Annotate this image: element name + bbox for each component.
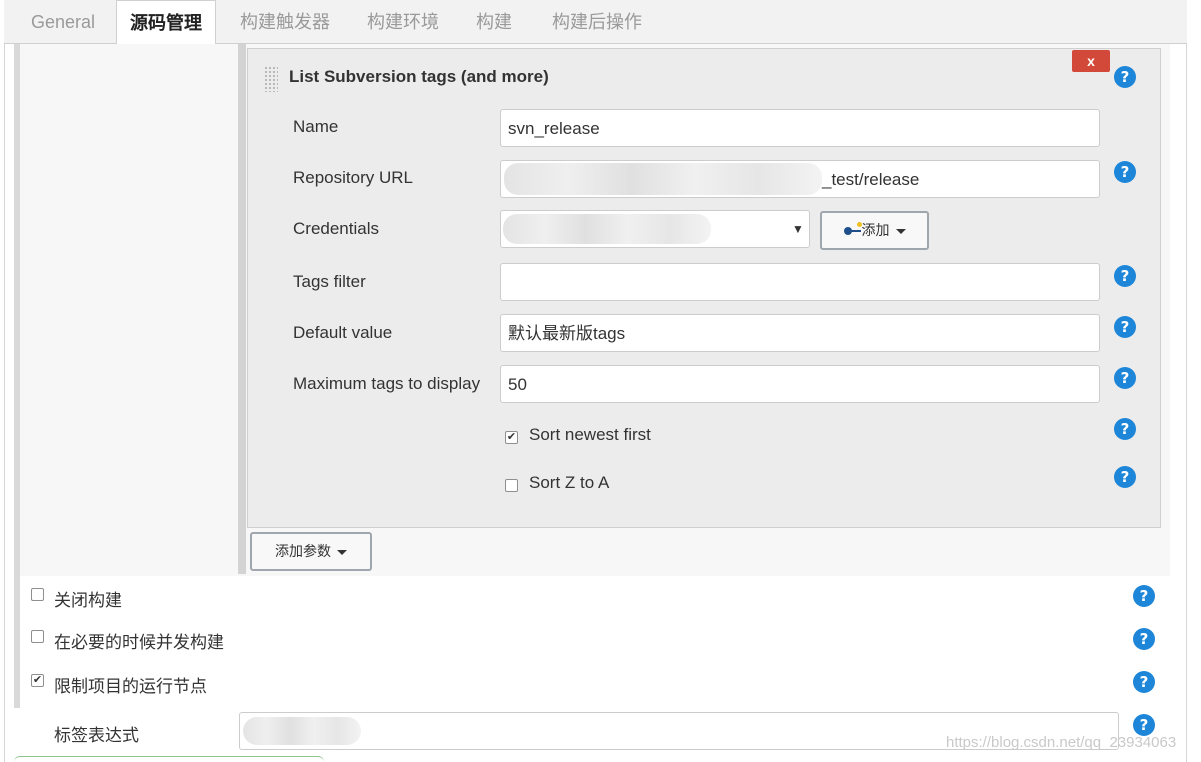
- tab-build-environment[interactable]: 构建环境: [367, 0, 439, 44]
- redacted-label-blur: [243, 717, 361, 745]
- redacted-credential-blur: [503, 214, 711, 244]
- help-icon[interactable]: ?: [1114, 418, 1136, 440]
- help-icon[interactable]: ?: [1114, 466, 1136, 488]
- tags-filter-input[interactable]: [500, 263, 1100, 301]
- select-arrow-icon: ▼: [792, 222, 804, 236]
- help-icon[interactable]: ?: [1133, 585, 1155, 607]
- help-icon[interactable]: ?: [1114, 316, 1136, 338]
- concurrent-build-checkbox[interactable]: [31, 630, 44, 643]
- help-icon[interactable]: ?: [1114, 66, 1136, 88]
- tab-general[interactable]: General: [31, 0, 95, 44]
- tab-build[interactable]: 构建: [476, 0, 512, 44]
- tags-filter-label: Tags filter: [293, 272, 366, 291]
- restrict-node-label: 限制项目的运行节点: [54, 677, 207, 696]
- help-icon[interactable]: ?: [1114, 367, 1136, 389]
- delete-parameter-button[interactable]: x: [1072, 50, 1110, 72]
- redacted-url-blur: [504, 163, 822, 195]
- tab-source-code-management[interactable]: 源码管理: [116, 0, 216, 45]
- disable-build-checkbox[interactable]: [31, 588, 44, 601]
- add-credentials-label: 添加: [861, 222, 890, 238]
- help-icon[interactable]: ?: [1114, 161, 1136, 183]
- repository-url-visible-text: _test/release: [822, 170, 920, 189]
- tab-build-triggers[interactable]: 构建触发器: [240, 0, 330, 44]
- disable-build-label: 关闭构建: [54, 591, 122, 610]
- sort-z-to-a-checkbox[interactable]: [505, 479, 518, 492]
- label-expression-label: 标签表达式: [54, 726, 139, 745]
- caret-down-icon: [337, 549, 347, 555]
- help-icon[interactable]: ?: [1133, 671, 1155, 693]
- default-value-input[interactable]: 默认最新版tags: [500, 314, 1100, 352]
- sort-z-to-a-label: Sort Z to A: [529, 473, 610, 492]
- credentials-label: Credentials: [293, 219, 379, 238]
- watermark: https://blog.csdn.net/qq_23934063: [946, 734, 1177, 751]
- add-credentials-button[interactable]: 添加: [820, 211, 929, 250]
- parameter-indent-bar: [238, 44, 246, 574]
- bottom-edge-element: [14, 756, 324, 762]
- key-icon: [843, 222, 862, 236]
- restrict-node-checkbox[interactable]: ✔: [31, 674, 44, 687]
- max-tags-input[interactable]: 50: [500, 365, 1100, 403]
- sort-newest-label: Sort newest first: [529, 425, 651, 444]
- help-icon[interactable]: ?: [1114, 265, 1136, 287]
- concurrent-build-label: 在必要的时候并发构建: [54, 633, 224, 652]
- max-tags-label: Maximum tags to display: [293, 374, 481, 393]
- drag-handle-icon[interactable]: [264, 66, 278, 92]
- add-parameter-label: 添加参数: [275, 543, 331, 559]
- name-label: Name: [293, 117, 339, 136]
- help-icon[interactable]: ?: [1133, 714, 1155, 736]
- add-parameter-button[interactable]: 添加参数: [250, 532, 372, 571]
- sort-newest-checkbox[interactable]: ✔: [505, 431, 518, 444]
- help-icon[interactable]: ?: [1133, 628, 1155, 650]
- tab-post-build-actions[interactable]: 构建后操作: [552, 0, 642, 44]
- parameter-title: List Subversion tags (and more): [289, 67, 549, 86]
- default-value-label: Default value: [293, 323, 393, 342]
- repository-url-label: Repository URL: [293, 168, 413, 187]
- caret-down-icon: [895, 228, 906, 234]
- name-input[interactable]: svn_release: [500, 109, 1100, 147]
